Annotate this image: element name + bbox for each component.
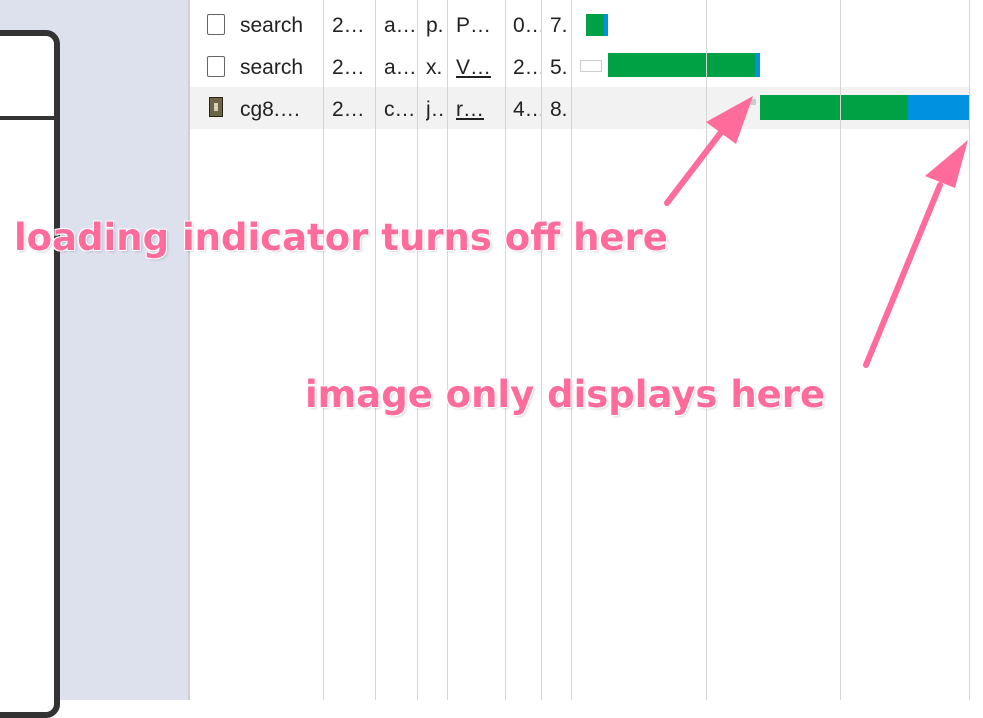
- arrow-to-loading-end: [664, 96, 753, 206]
- annotation-loading-indicator: loading indicator turns off here: [14, 216, 668, 259]
- arrow-to-image-end: [863, 140, 968, 368]
- annotation-image-display: image only displays here: [305, 373, 826, 416]
- annotation-arrows: [664, 96, 968, 368]
